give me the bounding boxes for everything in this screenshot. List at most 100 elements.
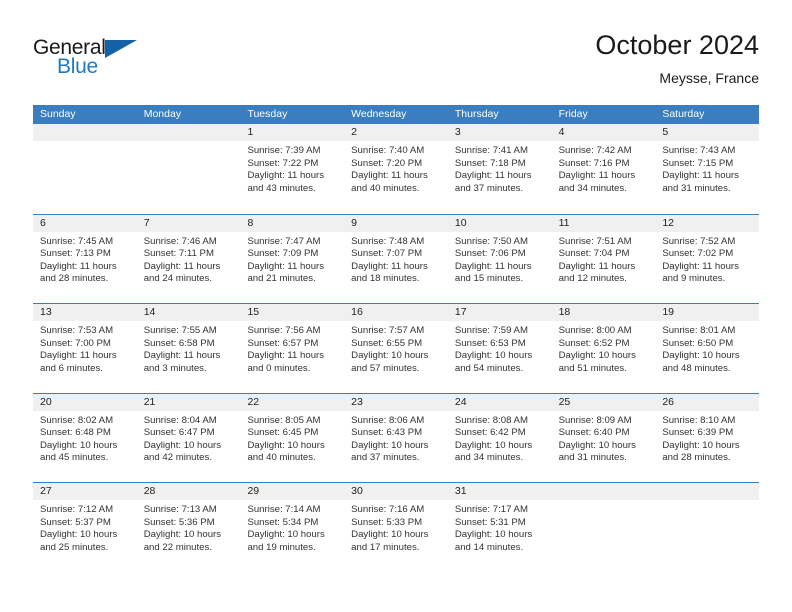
weekday-header-monday: Monday (143, 108, 182, 120)
calendar-day-cell[interactable]: 28 Sunrise: 7:13 AM Sunset: 5:36 PM Dayligh… (136, 483, 241, 572)
calendar-day-cell[interactable]: 17 Sunrise: 7:59 AM Sunset: 6:53 PM Dayligh… (447, 304, 552, 393)
calendar-day-cell[interactable]: 19 Sunrise: 8:01 AM Sunset: 6:50 PM Dayligh… (655, 304, 760, 393)
calendar-week-row: 6 Sunrise: 7:45 AM Sunset: 7:13 PM Daylight… (33, 213, 760, 303)
sunset-text: Sunset: 7:15 PM (662, 157, 734, 169)
day-number (33, 124, 137, 141)
title-block: October 2024 Meysse, France (595, 28, 759, 88)
calendar-day-cell-empty (655, 483, 760, 572)
calendar-day-cell[interactable]: 16 Sunrise: 7:57 AM Sunset: 6:55 PM Dayligh… (344, 304, 448, 393)
daylight-text: Daylight: 11 hours and 6 minutes. (40, 350, 117, 374)
calendar-day-cell[interactable]: 12 Sunrise: 7:52 AM Sunset: 7:02 PM Dayligh… (655, 214, 760, 303)
sunset-text: Sunset: 7:07 PM (351, 248, 423, 260)
day-number: 1 (240, 124, 345, 141)
sunrise-text: Sunrise: 8:04 AM (143, 414, 217, 426)
sunset-text: Sunset: 7:09 PM (247, 248, 319, 260)
sunrise-text: Sunrise: 7:39 AM (247, 145, 321, 156)
day-details: Sunrise: 7:56 AM Sunset: 6:57 PM Daylight:… (240, 321, 344, 375)
daylight-text: Daylight: 11 hours and 21 minutes. (247, 260, 325, 285)
daylight-text: Daylight: 10 hours and 45 minutes. (40, 439, 118, 464)
page-subtitle: Meysse, France (659, 70, 759, 86)
day-number: 16 (344, 304, 448, 321)
daylight-text: Daylight: 10 hours and 28 minutes. (662, 439, 740, 464)
day-details: Sunrise: 7:55 AM Sunset: 6:58 PM Daylight:… (137, 321, 241, 375)
calendar-day-cell[interactable]: 3 Sunrise: 7:41 AM Sunset: 7:18 PM Daylight… (447, 124, 552, 214)
day-number: 13 (33, 304, 137, 321)
daylight-text: Daylight: 11 hours and 31 minutes. (662, 170, 739, 194)
day-details: Sunrise: 8:08 AM Sunset: 6:42 PM Daylight:… (448, 411, 552, 465)
weekday-header-sunday: Sunday (40, 108, 76, 120)
day-number: 6 (33, 214, 137, 232)
calendar-day-cell[interactable]: 30 Sunrise: 7:16 AM Sunset: 5:33 PM Dayligh… (344, 483, 448, 572)
sunset-text: Sunset: 5:34 PM (247, 516, 319, 528)
day-details: Sunrise: 7:14 AM Sunset: 5:34 PM Daylight:… (240, 500, 344, 554)
day-number: 31 (447, 483, 552, 500)
day-details: Sunrise: 8:04 AM Sunset: 6:47 PM Daylight:… (137, 411, 241, 465)
sunrise-text: Sunrise: 7:51 AM (558, 235, 632, 247)
day-details: Sunrise: 7:45 AM Sunset: 7:13 PM Daylight:… (33, 232, 137, 286)
sunrise-text: Sunrise: 7:57 AM (351, 325, 425, 336)
day-number: 8 (240, 214, 345, 232)
daylight-text: Daylight: 10 hours and 37 minutes. (351, 439, 429, 464)
daylight-text: Daylight: 10 hours and 57 minutes. (351, 350, 429, 374)
calendar-day-cell[interactable]: 23 Sunrise: 8:06 AM Sunset: 6:43 PM Dayligh… (344, 393, 448, 482)
sunset-text: Sunset: 5:31 PM (454, 516, 526, 528)
daylight-text: Daylight: 10 hours and 51 minutes. (558, 350, 636, 374)
calendar-day-cell[interactable]: 25 Sunrise: 8:09 AM Sunset: 6:40 PM Dayligh… (551, 393, 656, 482)
calendar-day-cell[interactable]: 11 Sunrise: 7:51 AM Sunset: 7:04 PM Dayligh… (551, 214, 656, 303)
calendar-day-cell[interactable]: 20 Sunrise: 8:02 AM Sunset: 6:48 PM Dayligh… (33, 393, 137, 482)
calendar-day-cell-empty (33, 124, 137, 214)
day-number: 12 (655, 214, 760, 232)
calendar-day-cell[interactable]: 26 Sunrise: 8:10 AM Sunset: 6:39 PM Dayligh… (655, 393, 760, 482)
sunrise-text: Sunrise: 8:09 AM (558, 414, 632, 426)
sunrise-text: Sunrise: 7:41 AM (454, 145, 528, 156)
calendar-day-cell[interactable]: 5 Sunrise: 7:43 AM Sunset: 7:15 PM Daylight… (655, 124, 760, 214)
calendar-weeks: 1 Sunrise: 7:39 AM Sunset: 7:22 PM Daylight… (33, 124, 760, 572)
daylight-text: Daylight: 10 hours and 42 minutes. (143, 439, 222, 464)
calendar-day-cell[interactable]: 6 Sunrise: 7:45 AM Sunset: 7:13 PM Daylight… (33, 214, 137, 303)
sunset-text: Sunset: 7:16 PM (558, 157, 630, 169)
calendar-day-cell[interactable]: 7 Sunrise: 7:46 AM Sunset: 7:11 PM Daylight… (136, 214, 241, 303)
calendar-day-cell-empty (551, 483, 656, 572)
day-number: 28 (136, 483, 241, 500)
day-number: 9 (344, 214, 448, 232)
day-details: Sunrise: 7:17 AM Sunset: 5:31 PM Daylight:… (448, 500, 552, 554)
calendar-day-cell[interactable]: 29 Sunrise: 7:14 AM Sunset: 5:34 PM Dayligh… (240, 483, 345, 572)
calendar-day-cell[interactable]: 2 Sunrise: 7:40 AM Sunset: 7:20 PM Daylight… (344, 124, 448, 214)
sunset-text: Sunset: 6:39 PM (662, 427, 734, 439)
calendar-grid: Sunday Monday Tuesday Wednesday Thursday Frid… (33, 105, 760, 572)
calendar-day-cell[interactable]: 1 Sunrise: 7:39 AM Sunset: 7:22 PM Daylight… (240, 124, 345, 214)
calendar-day-cell[interactable]: 8 Sunrise: 7:47 AM Sunset: 7:09 PM Daylight… (240, 214, 345, 303)
daylight-text: Daylight: 11 hours and 28 minutes. (40, 260, 117, 285)
sunrise-text: Sunrise: 7:59 AM (454, 325, 528, 336)
calendar-week-row: 20 Sunrise: 8:02 AM Sunset: 6:48 PM Dayligh… (33, 392, 760, 482)
sunrise-text: Sunrise: 8:08 AM (454, 414, 528, 426)
calendar-day-cell[interactable]: 31 Sunrise: 7:17 AM Sunset: 5:31 PM Dayligh… (447, 483, 552, 572)
sunrise-text: Sunrise: 7:40 AM (351, 145, 425, 156)
calendar-day-cell[interactable]: 24 Sunrise: 8:08 AM Sunset: 6:42 PM Dayligh… (447, 393, 552, 482)
sunrise-text: Sunrise: 7:45 AM (40, 235, 114, 247)
calendar-day-cell[interactable]: 4 Sunrise: 7:42 AM Sunset: 7:16 PM Daylight… (551, 124, 656, 214)
day-number: 26 (655, 393, 760, 411)
calendar-day-cell[interactable]: 13 Sunrise: 7:53 AM Sunset: 7:00 PM Dayligh… (33, 304, 137, 393)
weekday-header-friday: Friday (558, 108, 588, 120)
day-details: Sunrise: 7:57 AM Sunset: 6:55 PM Daylight:… (344, 321, 448, 375)
sunset-text: Sunset: 5:37 PM (40, 516, 111, 528)
calendar-day-cell[interactable]: 9 Sunrise: 7:48 AM Sunset: 7:07 PM Daylight… (344, 214, 448, 303)
daylight-text: Daylight: 10 hours and 19 minutes. (247, 529, 325, 553)
sunrise-text: Sunrise: 7:53 AM (40, 325, 114, 336)
calendar-day-cell[interactable]: 18 Sunrise: 8:00 AM Sunset: 6:52 PM Dayligh… (551, 304, 656, 393)
day-number: 21 (136, 393, 241, 411)
calendar-day-cell[interactable]: 22 Sunrise: 8:05 AM Sunset: 6:45 PM Dayligh… (240, 393, 345, 482)
calendar-week-row: 13 Sunrise: 7:53 AM Sunset: 7:00 PM Dayligh… (33, 303, 760, 393)
day-details: Sunrise: 8:00 AM Sunset: 6:52 PM Daylight:… (552, 321, 656, 375)
sunrise-text: Sunrise: 8:01 AM (662, 325, 736, 336)
day-number: 4 (551, 124, 656, 141)
day-details: Sunrise: 7:43 AM Sunset: 7:15 PM Daylight:… (655, 141, 759, 195)
calendar-day-cell[interactable]: 27 Sunrise: 7:12 AM Sunset: 5:37 PM Dayligh… (33, 483, 137, 572)
calendar-day-cell[interactable]: 14 Sunrise: 7:55 AM Sunset: 6:58 PM Dayligh… (136, 304, 241, 393)
calendar-day-cell[interactable]: 21 Sunrise: 8:04 AM Sunset: 6:47 PM Dayligh… (136, 393, 241, 482)
calendar-day-cell[interactable]: 10 Sunrise: 7:50 AM Sunset: 7:06 PM Dayligh… (447, 214, 552, 303)
calendar-day-cell[interactable]: 15 Sunrise: 7:56 AM Sunset: 6:57 PM Dayligh… (240, 304, 345, 393)
daylight-text: Daylight: 11 hours and 40 minutes. (351, 170, 428, 194)
day-details: Sunrise: 7:13 AM Sunset: 5:36 PM Daylight:… (137, 500, 241, 554)
